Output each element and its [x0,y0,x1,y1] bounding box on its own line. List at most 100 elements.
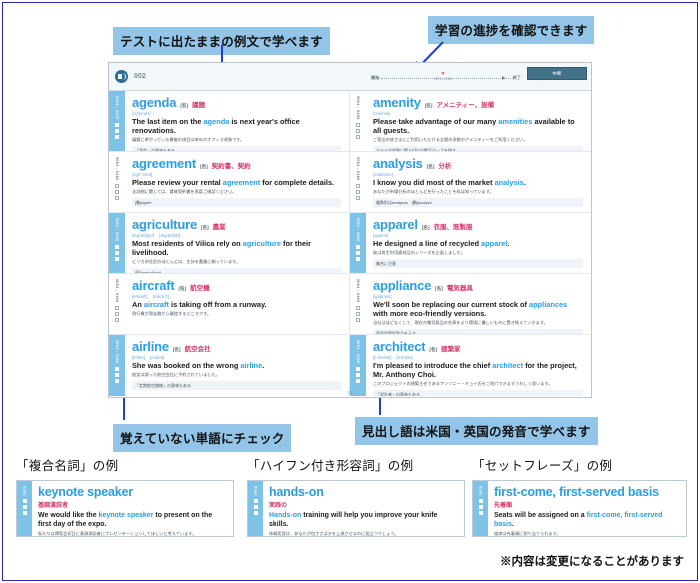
entry-checkbox[interactable] [115,195,119,200]
phonetic-item[interactable]: [əpǽrəl] [373,233,388,238]
entry-phonetics[interactable]: [əpǽrəl] [373,233,583,238]
entry-checkbox[interactable] [356,250,360,255]
entry-checkboxes[interactable] [115,305,119,322]
phonetic-item[interactable]: [əgríːmənt] [132,172,152,177]
phonetic-item[interactable]: [əménəti] [373,111,390,116]
entry-check-marker[interactable]: 0061 - 0160 [350,274,366,334]
entry-checkbox[interactable] [115,244,119,249]
entry-phonetics[interactable]: [əpláɪəns] [373,294,583,299]
entry-phonetics[interactable]: [ənǽləsɪs] [373,172,583,177]
entry-checkbox[interactable] [115,250,119,255]
entry-checkbox[interactable] [356,317,360,322]
entry-check-marker[interactable]: 0061 - 0160 [350,152,366,212]
entry-checkbox[interactable] [356,128,360,133]
entry-checkbox[interactable] [356,372,360,377]
example-checkboxes[interactable] [253,498,258,515]
phonetic-item[interactable]: [əpláɪəns] [373,294,392,299]
entry-checkbox[interactable] [356,366,360,371]
entry-phonetics[interactable]: [əgríːmənt] [132,172,341,177]
entry-check-marker[interactable]: 0061 - 0160 [350,335,366,396]
example-checkbox[interactable] [22,498,27,503]
entry-headword[interactable]: airline [132,340,169,354]
entry-checkbox[interactable] [356,311,360,316]
example-checkbox[interactable] [253,504,258,509]
entry-checkbox[interactable] [115,189,119,194]
entry-phonetics[interactable]: [ədʒéndə] [132,111,341,116]
entry-checkbox[interactable] [115,305,119,310]
example-checkbox[interactable] [22,510,27,515]
entry-check-marker[interactable]: 0061 - 0160 [109,152,125,212]
example-checkbox[interactable] [478,504,483,509]
entry-phonetics[interactable]: [érkræ̀ft] [éəkrɑ̀ːft] [132,294,341,299]
entry-checkbox[interactable] [356,122,360,127]
example-checkbox[interactable] [22,504,27,509]
entry-checkboxes[interactable] [115,122,119,139]
vocabulary-entry[interactable]: 0061 - 0160 airline [名] 航空会社 [érlàɪn] [éə… [109,335,349,396]
entry-headword[interactable]: agenda [132,96,177,110]
entry-checkbox[interactable] [115,128,119,133]
phonetic-item[interactable]: [ǽgrɪkʌ̀ltʃər] [132,233,154,238]
entry-checkbox[interactable] [115,256,119,261]
entry-checkbox[interactable] [356,256,360,261]
example-check-marker[interactable]: 0166 [473,481,488,536]
entry-headword[interactable]: amenity [373,96,421,110]
entry-headword[interactable]: aircraft [132,279,175,293]
entry-headword[interactable]: agriculture [132,218,197,232]
vocabulary-entry[interactable]: 0061 - 0160 aircraft [名] 航空機 [érkræ̀ft][… [109,274,349,335]
entry-checkbox[interactable] [115,372,119,377]
phonetic-item[interactable]: [ɑ́ːkɪtèkt] [396,355,412,360]
phonetic-item[interactable]: [érkræ̀ft] [132,294,148,299]
suspend-button[interactable]: 中断 [527,67,587,80]
example-headword[interactable]: hands-on [269,485,457,499]
example-checkbox[interactable] [253,498,258,503]
entry-phonetics[interactable]: [əménəti] [373,111,583,116]
entry-checkboxes[interactable] [356,244,360,261]
entry-checkboxes[interactable] [356,366,360,383]
phonetic-item[interactable]: [ədʒéndə] [132,111,151,116]
entry-checkboxes[interactable] [356,122,360,139]
entry-checkbox[interactable] [115,134,119,139]
vocabulary-entry[interactable]: 0061 - 0160 apparel [名] 衣服、既製服 [əpǽrəl] … [350,213,591,274]
example-check-marker[interactable]: 0162 [17,481,32,536]
entry-checkbox[interactable] [356,134,360,139]
phonetic-item[interactable]: [éəkrɑ̀ːft] [153,294,169,299]
entry-check-marker[interactable]: 0061 - 0160 [109,274,125,334]
entry-check-marker[interactable]: 0061 - 0160 [109,335,125,396]
entry-check-marker[interactable]: 0061 - 0160 [350,213,366,273]
vocabulary-entry[interactable]: 0061 - 0160 amenity [名] アメニティー、設備 [əménə… [350,91,591,152]
entry-checkbox[interactable] [115,122,119,127]
example-headword[interactable]: first-come, first-served basis [494,485,679,499]
example-card[interactable]: 0164 hands-on 実践の Hands-on training will… [247,480,465,537]
example-check-marker[interactable]: 0164 [248,481,263,536]
example-checkbox[interactable] [253,510,258,515]
phonetic-item[interactable]: [éəlàɪn] [150,355,164,360]
vocabulary-entry[interactable]: 0061 - 0160 agreement [名] 契約書、契約 [əgríːm… [109,152,349,213]
entry-checkbox[interactable] [115,311,119,316]
entry-checkboxes[interactable] [356,305,360,322]
entry-headword[interactable]: agreement [132,157,196,171]
speaker-icon[interactable] [115,70,128,83]
entry-headword[interactable]: analysis [373,157,423,171]
entry-headword[interactable]: apparel [373,218,418,232]
example-checkbox[interactable] [478,498,483,503]
example-checkboxes[interactable] [478,498,483,515]
example-card[interactable]: 0166 first-come, first-served basis 先着順 … [472,480,687,537]
vocabulary-entry[interactable]: 0061 - 0160 architect [名] 建築家 [ɑ́ːrkətèk… [350,335,591,396]
entry-checkboxes[interactable] [115,244,119,261]
entry-checkbox[interactable] [356,189,360,194]
entry-checkboxes[interactable] [115,366,119,383]
entry-checkbox[interactable] [356,378,360,383]
vocabulary-entry[interactable]: 0061 - 0160 appliance [名] 電気器具 [əpláɪəns… [350,274,591,335]
entry-checkbox[interactable] [115,317,119,322]
entry-check-marker[interactable]: 0061 - 0160 [350,91,366,151]
example-checkbox[interactable] [478,510,483,515]
entry-phonetics[interactable]: [ǽgrɪkʌ̀ltʃər] [ǽgrɪkʌ̀ltʃə] [132,233,341,238]
entry-checkbox[interactable] [115,183,119,188]
entry-phonetics[interactable]: [érlàɪn] [éəlàɪn] [132,355,341,360]
example-checkboxes[interactable] [22,498,27,515]
progress-bar[interactable]: 開始 終了 ▼ 0071 - 0080 [371,72,521,84]
entry-checkbox[interactable] [356,195,360,200]
vocabulary-entry[interactable]: 0061 - 0160 agriculture [名] 農業 [ǽgrɪkʌ̀l… [109,213,349,274]
entry-checkbox[interactable] [356,244,360,249]
entry-headword[interactable]: architect [373,340,426,354]
